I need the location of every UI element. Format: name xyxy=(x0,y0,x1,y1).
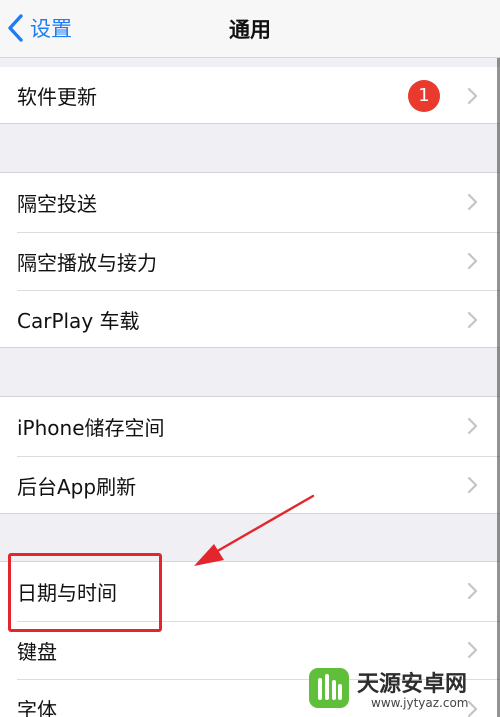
cell-label: 字体 xyxy=(17,698,57,717)
cell-airplay-handoff[interactable]: 隔空播放与接力 xyxy=(0,231,500,291)
chevron-right-icon xyxy=(467,311,478,328)
chevron-right-icon xyxy=(467,194,478,211)
group-storage: iPhone储存空间 后台App刷新 xyxy=(0,396,500,514)
cell-label: 隔空投送 xyxy=(17,191,97,216)
cell-label: iPhone储存空间 xyxy=(17,415,165,440)
highlight-box xyxy=(8,553,162,632)
watermark-url: www.jytyaz.com xyxy=(371,696,469,710)
group-software-update: 软件更新 1 xyxy=(0,67,500,124)
cell-iphone-storage[interactable]: iPhone储存空间 xyxy=(0,397,500,456)
chevron-right-icon xyxy=(467,476,478,494)
cell-label: 键盘 xyxy=(17,639,57,664)
update-count-badge: 1 xyxy=(408,79,440,112)
group-connectivity: 隔空投送 隔空播放与接力 CarPlay 车载 xyxy=(0,172,500,348)
cell-label: 隔空播放与接力 xyxy=(17,250,157,275)
cell-airdrop[interactable]: 隔空投送 xyxy=(0,173,500,232)
cell-label: CarPlay 车载 xyxy=(17,309,140,334)
chevron-right-icon xyxy=(467,252,478,270)
settings-general-screen: 设置 通用 软件更新 1 隔空投送 隔空播放与接力 CarPlay 车载 iPh… xyxy=(0,0,500,717)
chevron-right-icon xyxy=(467,583,478,600)
chevron-right-icon xyxy=(467,87,478,104)
cell-carplay[interactable]: CarPlay 车载 xyxy=(0,290,500,349)
chevron-right-icon xyxy=(467,418,478,435)
cell-label: 软件更新 xyxy=(17,85,97,109)
page-title: 通用 xyxy=(229,18,271,42)
cell-label: 后台App刷新 xyxy=(17,474,137,499)
cell-software-update[interactable]: 软件更新 1 xyxy=(0,67,500,124)
watermark: 天源安卓网 www.jytyaz.com xyxy=(307,664,497,714)
navigation-bar: 设置 通用 xyxy=(0,0,500,58)
watermark-title: 天源安卓网 xyxy=(357,672,468,697)
watermark-logo-icon xyxy=(309,668,349,708)
chevron-right-icon xyxy=(467,641,478,659)
cell-background-app-refresh[interactable]: 后台App刷新 xyxy=(0,455,500,515)
